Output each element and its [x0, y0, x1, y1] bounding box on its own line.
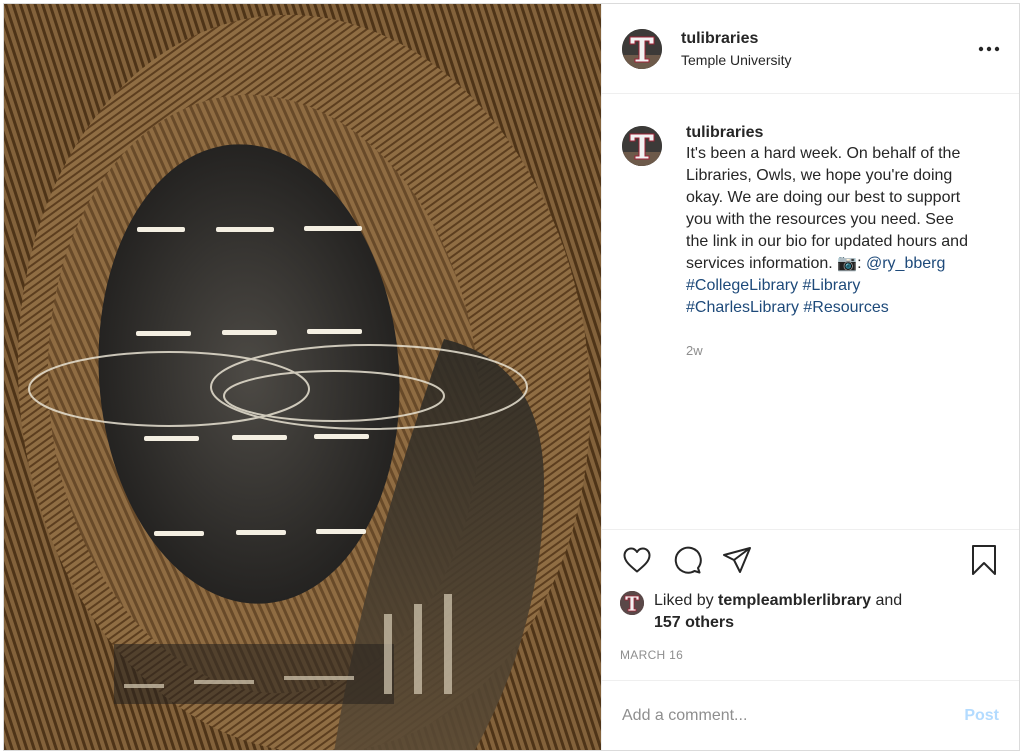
comment-input[interactable]	[622, 706, 965, 725]
caption-timestamp[interactable]: 2w	[686, 343, 978, 358]
post-image	[4, 4, 601, 750]
comments-section: tulibraries It's been a hard week. On be…	[602, 94, 1019, 529]
heart-icon	[623, 547, 651, 573]
post-photo[interactable]	[4, 4, 601, 750]
mention-link[interactable]: @ry_bberg	[866, 255, 945, 272]
instagram-post: tulibraries Temple University tulibrarie…	[3, 3, 1020, 751]
share-button[interactable]	[720, 543, 754, 577]
header-location[interactable]: Temple University	[681, 52, 977, 68]
like-button[interactable]	[620, 543, 654, 577]
caption-avatar[interactable]	[622, 126, 662, 166]
more-options-button[interactable]	[977, 37, 1001, 61]
share-icon	[723, 547, 751, 573]
likes-prefix: Liked by	[654, 592, 719, 609]
comment-button[interactable]	[670, 543, 704, 577]
post-header: tulibraries Temple University	[602, 4, 1019, 94]
likes-middle: and	[871, 592, 903, 609]
add-comment-form: Post	[602, 680, 1019, 750]
temple-logo-icon	[620, 591, 644, 615]
header-username[interactable]: tulibraries	[681, 30, 977, 48]
temple-logo-icon	[622, 126, 662, 166]
likes-summary: Liked by templeamblerlibrary and 157 oth…	[620, 590, 1001, 634]
likes-text: Liked by templeamblerlibrary and 157 oth…	[654, 590, 902, 634]
save-button[interactable]	[967, 543, 1001, 577]
caption-text: It's been a hard week. On behalf of the …	[686, 143, 978, 319]
temple-logo-icon	[622, 28, 662, 69]
action-bar	[620, 530, 1001, 590]
post-actions-area: Liked by templeamblerlibrary and 157 oth…	[602, 529, 1019, 680]
caption-body-text: It's been a hard week. On behalf of the …	[686, 145, 968, 272]
post-date[interactable]: MARCH 16	[620, 648, 1001, 662]
profile-avatar[interactable]	[622, 28, 662, 69]
more-horizontal-icon	[978, 46, 1000, 51]
post-comment-button[interactable]: Post	[964, 707, 999, 725]
bookmark-icon	[972, 545, 996, 575]
caption: tulibraries It's been a hard week. On be…	[686, 124, 978, 529]
hashtag-link[interactable]: #Library	[803, 277, 861, 294]
hashtag-link[interactable]: #CharlesLibrary	[686, 299, 799, 316]
likes-count[interactable]: 157 others	[654, 614, 734, 631]
header-names: tulibraries Temple University	[681, 30, 977, 68]
post-side-panel: tulibraries Temple University tulibrarie…	[601, 4, 1019, 750]
caption-username[interactable]: tulibraries	[686, 124, 978, 142]
hashtag-link[interactable]: #CollegeLibrary	[686, 277, 798, 294]
comment-icon	[674, 546, 702, 574]
liker-avatar[interactable]	[620, 591, 644, 615]
liker-username[interactable]: templeamblerlibrary	[718, 592, 871, 609]
hashtag-link[interactable]: #Resources	[803, 299, 888, 316]
